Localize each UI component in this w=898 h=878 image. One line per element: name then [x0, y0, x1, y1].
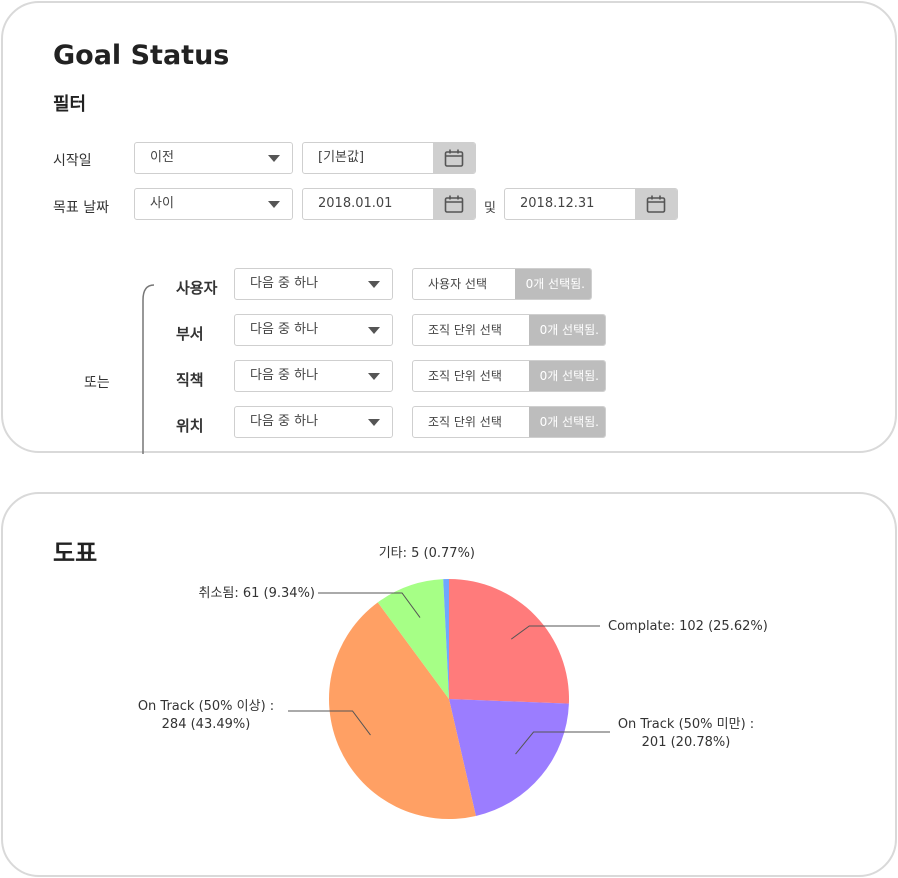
pie-label-cancelled: 취소됨: 61 (9.34%): [198, 586, 315, 601]
pie-label-on-track-over-50: 284 (43.49%): [162, 717, 251, 732]
pie-label-complete: Complate: 102 (25.62%): [608, 619, 768, 634]
pie-chart: Complate: 102 (25.62%) On Track (50% 미만) …: [138, 546, 768, 820]
pie-label-on-track-over-50: On Track (50% 이상) :: [138, 699, 274, 714]
pie-label-other: 기타: 5 (0.77%): [379, 546, 475, 561]
pie-label-on-track-under-50: 201 (20.78%): [642, 735, 731, 750]
pie-label-on-track-under-50: On Track (50% 미만) :: [618, 717, 754, 732]
pie-slice-complete: [449, 579, 569, 704]
